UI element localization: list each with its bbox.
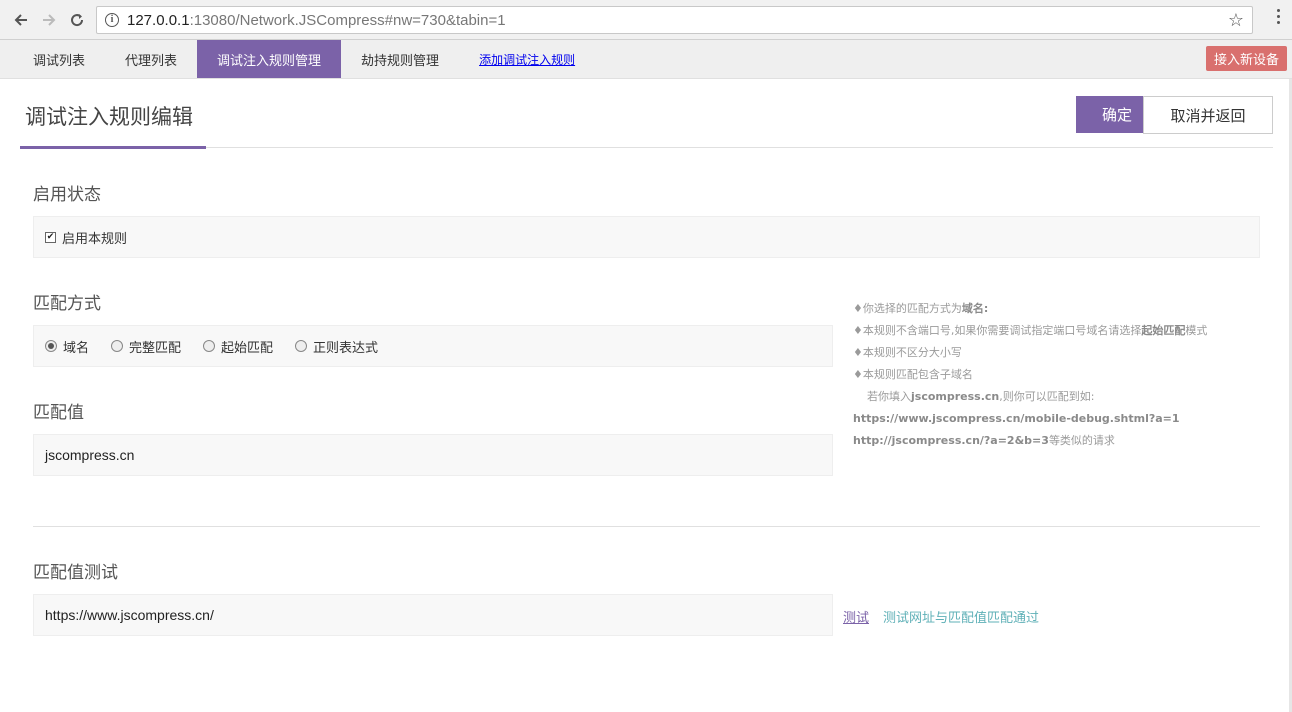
- app-nav: 调试列表 代理列表 调试注入规则管理 劫持规则管理 添加调试注入规则 接入新设备: [0, 40, 1292, 79]
- hint-line: https://www.jscompress.cn/mobile-debug.s…: [853, 412, 1180, 425]
- test-url-input[interactable]: https://www.jscompress.cn/: [33, 594, 833, 636]
- match-value-text[interactable]: jscompress.cn: [45, 447, 134, 463]
- match-hint: ♦你选择的匹配方式为域名: ♦本规则不含端口号,如果你需要调试指定端口号域名请选…: [853, 298, 1207, 452]
- tab-inject-rules[interactable]: 调试注入规则管理: [197, 40, 342, 78]
- radio-label: 域名: [63, 340, 90, 356]
- radio-button[interactable]: [111, 340, 124, 352]
- hint-line: ♦本规则不区分大小写: [853, 346, 962, 359]
- url-path: :13080/Network.JSCompress#nw=730&tabin=1: [189, 11, 506, 29]
- radio-button[interactable]: [295, 340, 308, 352]
- browser-menu-icon[interactable]: [1277, 9, 1280, 24]
- new-device-button[interactable]: 接入新设备: [1205, 46, 1287, 71]
- info-icon[interactable]: i: [105, 13, 119, 27]
- hint-line: ♦你选择的匹配方式为域名:: [853, 302, 989, 315]
- radio-option-prefix[interactable]: 起始匹配: [203, 337, 273, 356]
- enable-checkbox-label[interactable]: 启用本规则: [62, 228, 127, 247]
- radio-button[interactable]: [45, 340, 57, 352]
- tab-debug-list[interactable]: 调试列表: [13, 40, 105, 78]
- radio-button[interactable]: [203, 340, 216, 352]
- browser-toolbar: i 127.0.0.1:13080/Network.JSCompress#nw=…: [0, 0, 1292, 40]
- section-divider: [33, 526, 1260, 527]
- tab-proxy-list[interactable]: 代理列表: [105, 40, 197, 78]
- url-text: 127.0.0.1:13080/Network.JSCompress#nw=73…: [127, 12, 506, 29]
- add-inject-rule-link[interactable]: 添加调试注入规则: [459, 40, 595, 78]
- match-value-input[interactable]: jscompress.cn: [33, 434, 833, 476]
- match-test-section-label: 匹配值测试: [33, 563, 118, 583]
- hint-line: ♦本规则匹配包含子域名: [853, 368, 973, 381]
- url-host: 127.0.0.1: [127, 11, 190, 29]
- radio-option-domain[interactable]: 域名: [45, 337, 89, 356]
- title-underline: [20, 146, 206, 149]
- hint-line: ♦本规则不含端口号,如果你需要调试指定端口号域名请选择起始匹配模式: [853, 324, 1208, 337]
- test-url-text[interactable]: https://www.jscompress.cn/: [45, 607, 214, 623]
- hint-line: http://jscompress.cn/?a=2&b=3等类似的请求: [853, 434, 1115, 447]
- hint-line: 若你填入jscompress.cn,则你可以匹配到如:: [867, 390, 1095, 403]
- back-arrow-icon[interactable]: [10, 9, 32, 31]
- radio-label: 起始匹配: [221, 340, 274, 356]
- tab-hijack-rules[interactable]: 劫持规则管理: [341, 40, 459, 78]
- enable-section-label: 启用状态: [33, 185, 101, 205]
- radio-option-exact[interactable]: 完整匹配: [111, 337, 181, 356]
- radio-label: 完整匹配: [129, 340, 182, 356]
- test-link[interactable]: 测试: [843, 607, 869, 626]
- bookmark-star-icon[interactable]: ☆: [1228, 10, 1244, 31]
- reload-icon[interactable]: [66, 9, 88, 31]
- page-header: 调试注入规则编辑 确定 取消并返回: [20, 79, 1273, 149]
- enable-checkbox[interactable]: ✔: [45, 231, 56, 243]
- match-mode-panel: 域名 完整匹配 起始匹配 正则表达式: [33, 325, 833, 367]
- test-result-text: 测试网址与匹配值匹配通过: [883, 611, 1040, 626]
- match-value-section-label: 匹配值: [33, 403, 84, 423]
- match-mode-section-label: 匹配方式: [33, 294, 101, 314]
- radio-label: 正则表达式: [313, 340, 379, 356]
- page-title: 调试注入规则编辑: [25, 105, 193, 129]
- forward-arrow-icon[interactable]: [38, 9, 60, 31]
- enable-panel: ✔ 启用本规则: [33, 216, 1260, 258]
- cancel-button[interactable]: 取消并返回: [1143, 96, 1273, 134]
- address-bar[interactable]: i 127.0.0.1:13080/Network.JSCompress#nw=…: [96, 6, 1253, 34]
- radio-option-regex[interactable]: 正则表达式: [295, 337, 378, 356]
